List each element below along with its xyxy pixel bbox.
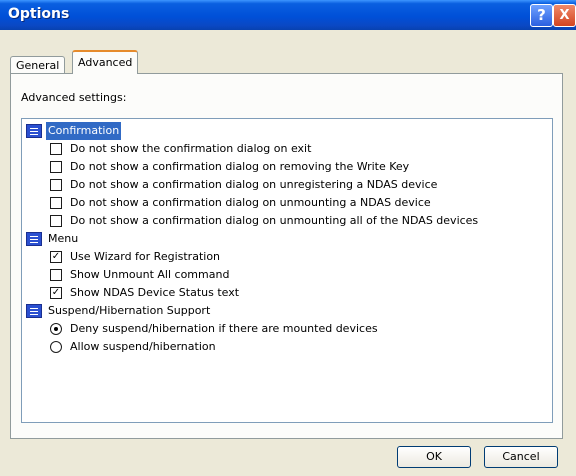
group-label: Menu	[48, 232, 79, 245]
checkbox-checked[interactable]: ✓	[50, 287, 62, 299]
advanced-settings-tree[interactable]: Confirmation Do not show the confirmatio…	[21, 118, 553, 423]
option-label: Deny suspend/hibernation if there are mo…	[70, 322, 378, 335]
help-icon: ?	[537, 6, 546, 24]
ok-button[interactable]: OK	[397, 446, 471, 468]
checkbox[interactable]	[50, 179, 62, 191]
close-button[interactable]: X	[553, 4, 576, 27]
title-bar[interactable]: Options ? X	[0, 0, 576, 30]
list-group-icon	[26, 124, 42, 138]
list-group-icon	[26, 232, 42, 246]
group-label: Suspend/Hibernation Support	[48, 304, 211, 317]
checkbox-checked[interactable]: ✓	[50, 251, 62, 263]
option-label: Do not show a confirmation dialog on rem…	[70, 160, 410, 173]
option-label: Do not show a confirmation dialog on unm…	[70, 214, 479, 227]
option-label: Do not show a confirmation dialog on unr…	[70, 178, 438, 191]
option-label: Do not show a confirmation dialog on unm…	[70, 196, 431, 209]
options-dialog: Options ? X General Advanced Advanced se…	[0, 0, 576, 476]
checkbox[interactable]	[50, 143, 62, 155]
help-button[interactable]: ?	[530, 4, 553, 27]
radio[interactable]	[50, 341, 62, 353]
checkbox[interactable]	[50, 197, 62, 209]
cancel-button[interactable]: Cancel	[484, 446, 558, 468]
window-title: Options	[8, 6, 70, 22]
option-label: Allow suspend/hibernation	[70, 340, 216, 353]
advanced-settings-label: Advanced settings:	[21, 91, 127, 104]
checkbox[interactable]	[50, 215, 62, 227]
advanced-tab-panel: Advanced settings: Confirmation Do not s…	[10, 73, 563, 439]
close-icon: X	[559, 8, 570, 23]
tab-advanced[interactable]: Advanced	[72, 50, 139, 74]
group-label: Confirmation	[46, 122, 122, 140]
option-label: Show NDAS Device Status text	[70, 286, 240, 299]
option-label: Do not show the confirmation dialog on e…	[70, 142, 312, 155]
list-group-icon	[26, 304, 42, 318]
option-label: Show Unmount All command	[70, 268, 230, 281]
radio-selected[interactable]	[50, 323, 62, 335]
option-label: Use Wizard for Registration	[70, 250, 221, 263]
checkbox[interactable]	[50, 161, 62, 173]
checkbox[interactable]	[50, 269, 62, 281]
